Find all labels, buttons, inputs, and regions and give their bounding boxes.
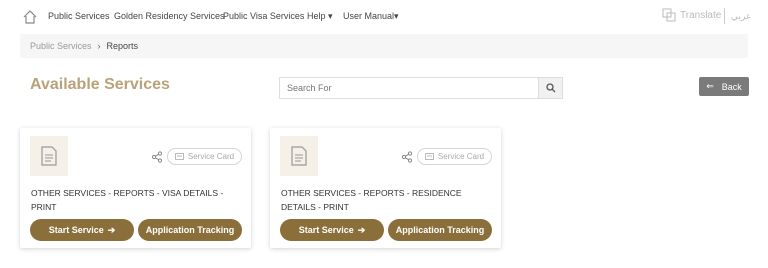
translate-button[interactable]: Translate bbox=[662, 8, 721, 22]
page-title: Available Services bbox=[30, 76, 170, 93]
arabic-language-link[interactable]: عربي bbox=[731, 11, 751, 22]
breadcrumb-reports: Reports bbox=[106, 41, 139, 51]
arrow-right-circle-icon: ➔ bbox=[357, 224, 366, 235]
service-name: OTHER SERVICES - REPORTS - RESIDENCE DET… bbox=[281, 188, 462, 212]
search-bar bbox=[279, 77, 563, 99]
service-card-label: Service Card bbox=[437, 152, 485, 161]
breadcrumb: Public Services › Reports bbox=[20, 34, 748, 58]
card-icon bbox=[174, 153, 184, 160]
service-card-button[interactable]: Service Card bbox=[167, 148, 242, 165]
search-icon bbox=[545, 83, 555, 93]
caret-down-icon: ▾ bbox=[325, 11, 333, 21]
arrow-right-circle-icon: ➔ bbox=[107, 224, 116, 235]
service-card-label: Service Card bbox=[187, 152, 235, 161]
nav-help[interactable]: Help ▾ bbox=[307, 11, 333, 22]
service-card: Service Card OTHER SERVICES - REPORTS - … bbox=[270, 128, 501, 248]
translate-icon bbox=[662, 8, 676, 22]
service-card-button[interactable]: Service Card bbox=[417, 148, 492, 165]
back-label: Back bbox=[721, 81, 742, 92]
service-card: Service Card OTHER SERVICES - REPORTS - … bbox=[20, 128, 251, 248]
arrow-left-icon: ⇐ bbox=[706, 81, 714, 91]
translate-label: Translate bbox=[680, 9, 722, 21]
search-input[interactable] bbox=[280, 78, 538, 98]
nav-user-manual-label: User Manual bbox=[343, 11, 395, 21]
divider bbox=[724, 8, 725, 24]
top-navigation: Public Services Golden Residency Service… bbox=[0, 0, 768, 34]
home-icon[interactable] bbox=[22, 9, 38, 25]
start-service-label: Start Service bbox=[48, 225, 104, 235]
document-icon bbox=[30, 136, 68, 176]
search-button[interactable] bbox=[538, 78, 562, 98]
chevron-right-icon: › bbox=[97, 41, 101, 51]
start-service-button[interactable]: Start Service ➔ bbox=[280, 219, 384, 241]
nav-user-manual[interactable]: User Manual▾ bbox=[343, 11, 399, 22]
share-icon[interactable] bbox=[151, 150, 163, 163]
nav-public-visa-services[interactable]: Public Visa Services bbox=[223, 11, 304, 21]
breadcrumb-public-services[interactable]: Public Services bbox=[30, 41, 92, 51]
document-icon bbox=[280, 136, 318, 176]
application-tracking-button[interactable]: Application Tracking bbox=[388, 219, 492, 241]
nav-golden-residency-services[interactable]: Golden Residency Services bbox=[114, 11, 225, 21]
share-icon[interactable] bbox=[401, 150, 413, 163]
application-tracking-button[interactable]: Application Tracking bbox=[138, 219, 242, 241]
start-service-button[interactable]: Start Service ➔ bbox=[30, 219, 134, 241]
nav-public-services[interactable]: Public Services bbox=[48, 11, 110, 21]
card-icon bbox=[424, 153, 434, 160]
back-button[interactable]: ⇐ Back bbox=[699, 77, 749, 96]
caret-down-icon: ▾ bbox=[394, 11, 399, 21]
service-name: OTHER SERVICES - REPORTS - VISA DETAILS … bbox=[31, 188, 224, 212]
start-service-label: Start Service bbox=[298, 225, 354, 235]
nav-help-label: Help bbox=[307, 11, 326, 21]
